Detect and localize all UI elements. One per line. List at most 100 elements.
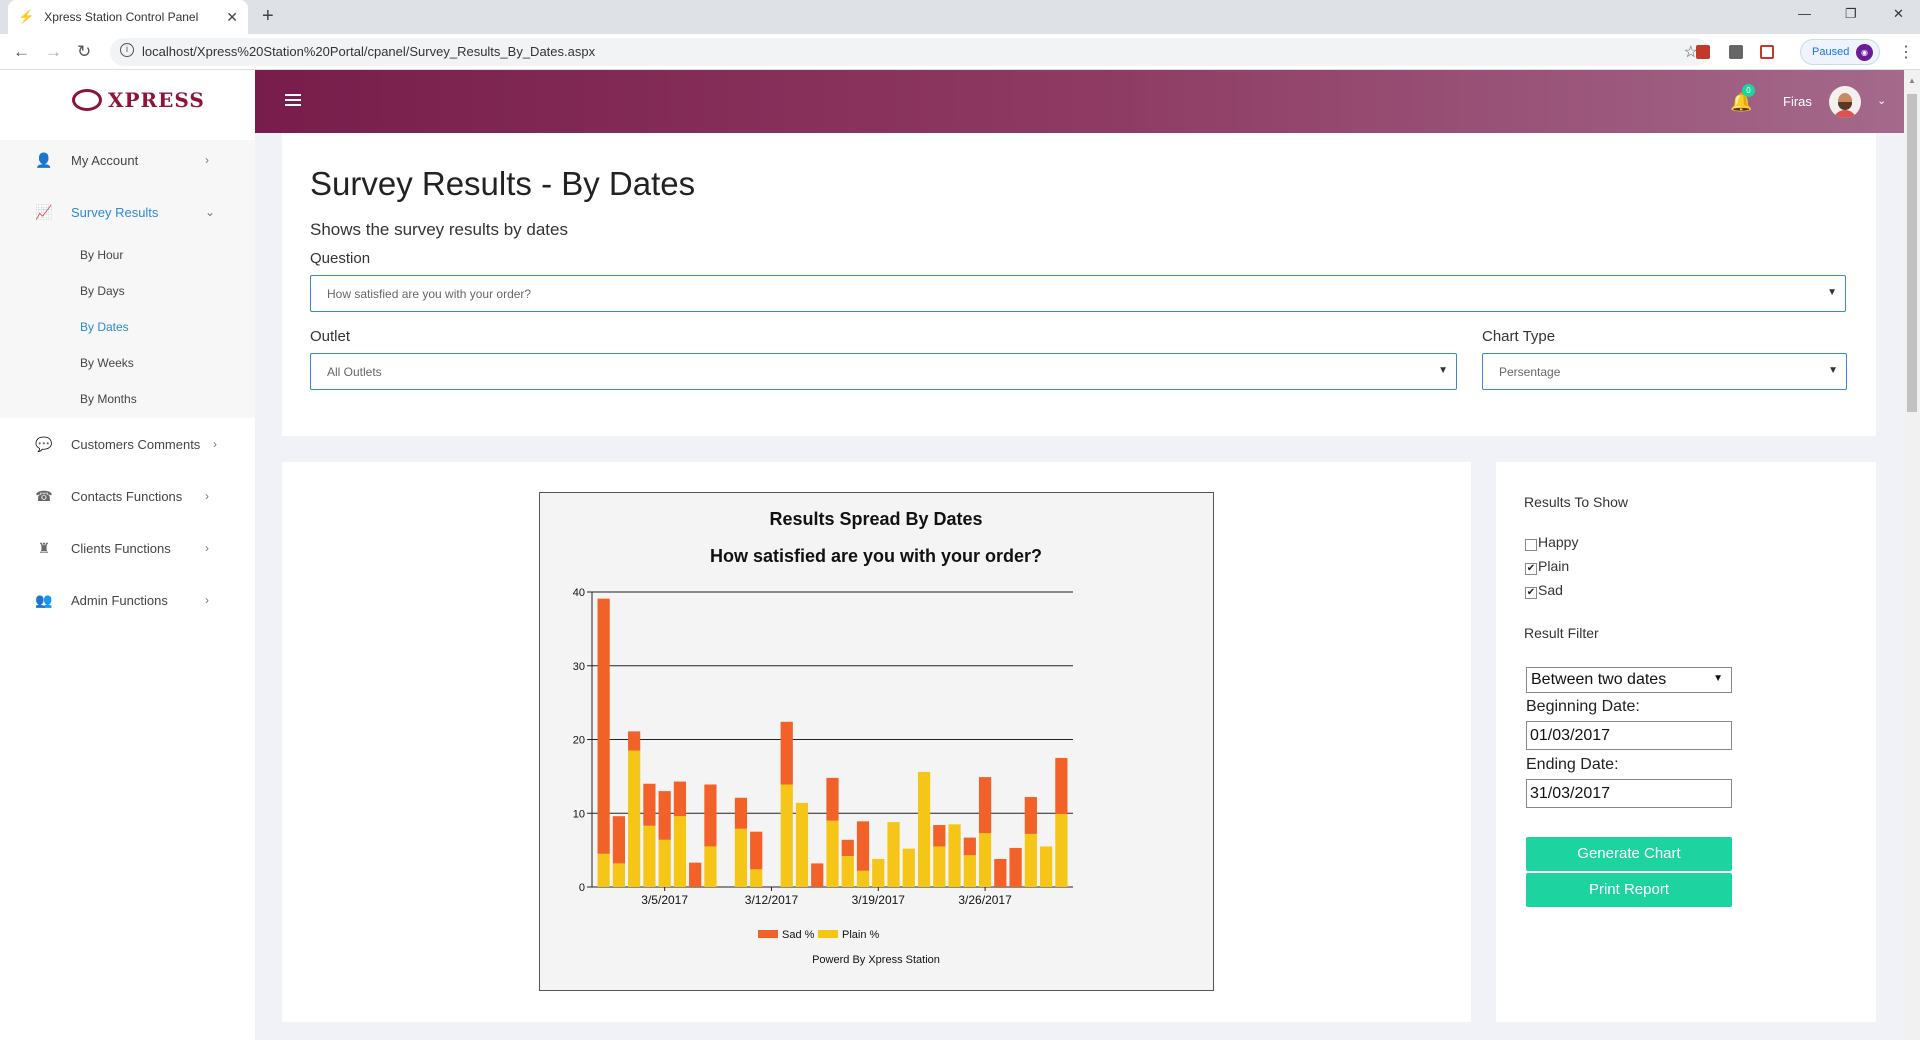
chart-icon: 📈 — [35, 203, 53, 220]
scrollbar-thumb[interactable] — [1907, 94, 1917, 412]
stacked-bar-chart: Results Spread By Dates How satisfied ar… — [573, 509, 1073, 966]
bar-segment — [1024, 797, 1037, 834]
window-close-icon[interactable]: ✕ — [1893, 6, 1904, 22]
bar-segment — [643, 825, 656, 887]
chevron-right-icon: › — [213, 437, 217, 451]
sidebar-item-clients-functions[interactable]: ♜ Clients Functions › — [0, 522, 255, 574]
submenu-item-by-months[interactable]: By Months — [80, 392, 137, 406]
plain-label: Plain — [1538, 558, 1570, 574]
chevron-down-icon: ⌄ — [205, 205, 216, 219]
y-tick-label: 20 — [573, 735, 585, 747]
restore-icon[interactable]: ❐ — [1845, 6, 1857, 22]
address-bar[interactable]: i localhost/Xpress%20Station%20Portal/cp… — [110, 38, 1710, 66]
question-label: Question — [310, 250, 371, 267]
scroll-up-icon[interactable]: ▲ — [1908, 76, 1916, 85]
logo[interactable]: XPRESS — [72, 88, 205, 112]
page-subtitle: Shows the survey results by dates — [310, 220, 568, 239]
bar-segment — [963, 837, 976, 856]
scrollbar[interactable]: ▲ — [1904, 70, 1920, 1040]
submenu-item-by-dates[interactable]: By Dates — [80, 320, 129, 334]
speech-bubble-icon — [72, 89, 102, 111]
submenu-item-by-weeks[interactable]: By Weeks — [80, 356, 134, 370]
browser-tab[interactable]: ⚡ Xpress Station Control Panel ✕ — [8, 0, 248, 34]
submenu-item-by-days[interactable]: By Days — [80, 284, 125, 298]
profile-paused-button[interactable]: Paused ◉ — [1800, 39, 1880, 65]
bar-segment — [1024, 833, 1037, 887]
chart-subtitle: How satisfied are you with your order? — [710, 546, 1042, 566]
bar-segment — [612, 816, 625, 864]
bar-segment — [673, 781, 687, 817]
minimize-icon[interactable]: — — [1798, 6, 1811, 21]
sidebar-item-customers-comments[interactable]: 💬 Customers Comments › — [0, 418, 255, 470]
bar-segment — [917, 771, 931, 887]
y-tick-label: 40 — [573, 587, 585, 599]
filter-value: Between two dates — [1531, 671, 1667, 688]
bar-segment — [612, 863, 625, 887]
username[interactable]: Firas — [1783, 94, 1812, 109]
bar-segment — [780, 784, 793, 887]
dropdown-arrow-icon: ▼ — [1713, 673, 1723, 684]
bar-segment — [978, 833, 992, 887]
y-tick-label: 10 — [573, 808, 585, 820]
chart-type-value: Persentage — [1499, 365, 1561, 379]
bar-segment — [780, 721, 793, 785]
forward-icon[interactable]: → — [45, 42, 62, 62]
happy-checkbox[interactable] — [1525, 539, 1537, 551]
close-icon[interactable]: ✕ — [226, 9, 238, 26]
new-tab-icon[interactable]: + — [262, 5, 274, 28]
sad-checkbox[interactable]: ✔ — [1525, 587, 1537, 599]
dropdown-arrow-icon: ▼ — [1438, 365, 1448, 376]
sidebar-item-label: My Account — [71, 152, 139, 168]
user-icon: 👤 — [35, 151, 53, 168]
beginning-date-label: Beginning Date: — [1526, 698, 1640, 715]
bar-segment — [1055, 813, 1068, 887]
sidebar-item-label: Clients Functions — [71, 540, 171, 556]
chart-type-label: Chart Type — [1482, 328, 1556, 345]
top-navbar: 🔔 0 Firas ⌄ — [255, 70, 1920, 133]
info-icon[interactable]: i — [120, 43, 134, 57]
url-text: localhost/Xpress%20Station%20Portal/cpan… — [142, 44, 596, 59]
bar-segment — [795, 802, 809, 887]
hamburger-menu-icon[interactable] — [285, 94, 301, 106]
bar-segment — [933, 825, 946, 847]
plain-checkbox[interactable]: ✔ — [1525, 563, 1537, 575]
x-tick-label: 3/12/2017 — [745, 893, 799, 907]
sidebar-item-my-account[interactable]: 👤 My Account › — [0, 134, 255, 186]
x-tick-label: 3/19/2017 — [852, 893, 906, 907]
legend-label: Sad % — [782, 929, 815, 941]
avatar[interactable] — [1829, 86, 1861, 118]
bar-segment — [826, 777, 839, 821]
result-filter-select[interactable]: Between two dates ▼ — [1526, 667, 1732, 693]
bar-segment — [658, 839, 671, 887]
submenu-item-by-hour[interactable]: By Hour — [80, 248, 123, 262]
legend-swatch — [818, 930, 838, 938]
pdf-extension-icon[interactable] — [1696, 45, 1710, 59]
puzzle-extension-icon[interactable] — [1729, 45, 1743, 59]
pocket-extension-icon[interactable] — [1760, 45, 1774, 59]
ending-date-input[interactable]: 31/03/2017 — [1526, 779, 1732, 808]
print-report-button[interactable]: Print Report — [1526, 873, 1732, 907]
bar-segment — [734, 828, 748, 887]
sidebar-item-survey-results[interactable]: 📈 Survey Results ⌄ — [0, 186, 255, 238]
question-select[interactable]: How satisfied are you with your order? ▼ — [310, 275, 1846, 312]
bar-segment — [841, 856, 854, 887]
generate-chart-button[interactable]: Generate Chart — [1526, 837, 1732, 871]
bar-segment — [948, 824, 961, 887]
chart-type-select[interactable]: Persentage ▼ — [1482, 353, 1847, 390]
legend-label: Plain % — [842, 929, 880, 941]
sad-label: Sad — [1538, 582, 1563, 598]
bar-segment — [597, 853, 610, 887]
bar-segment — [826, 820, 839, 887]
menu-kebab-icon[interactable]: ⋮ — [1898, 42, 1914, 62]
chevron-down-icon[interactable]: ⌄ — [1877, 94, 1886, 107]
sidebar-item-contacts-functions[interactable]: ☎ Contacts Functions › — [0, 470, 255, 522]
reload-icon[interactable]: ↻ — [77, 42, 91, 62]
beginning-date-input[interactable]: 01/03/2017 — [1526, 721, 1732, 750]
chevron-right-icon: › — [205, 593, 209, 607]
question-value: How satisfied are you with your order? — [327, 287, 532, 301]
ending-date-label: Ending Date: — [1526, 756, 1619, 773]
back-icon[interactable]: ← — [13, 42, 30, 62]
outlet-select[interactable]: All Outlets ▼ — [310, 353, 1457, 390]
sidebar-item-admin-functions[interactable]: 👥 Admin Functions › — [0, 574, 255, 626]
chart-footer: Powerd By Xpress Station — [812, 954, 940, 966]
